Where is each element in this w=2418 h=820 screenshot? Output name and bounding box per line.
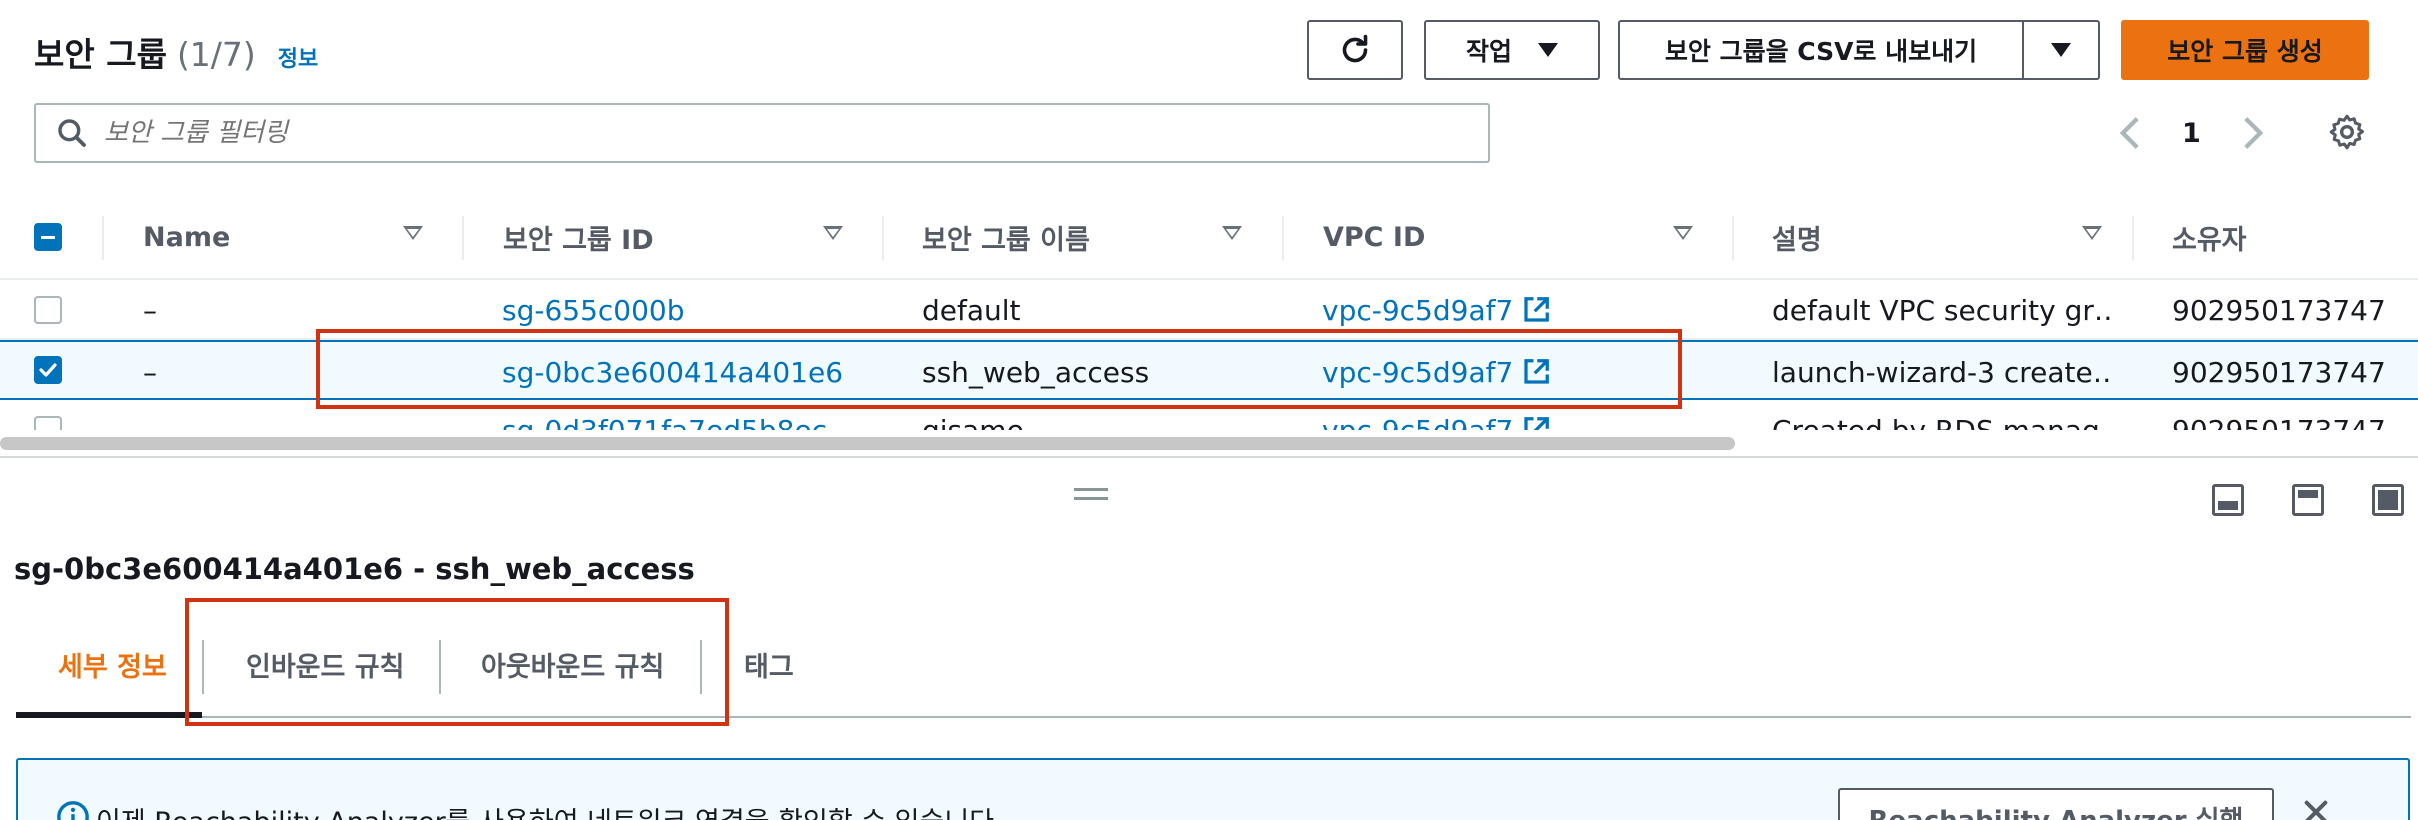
sort-icon[interactable] bbox=[2082, 226, 2102, 240]
external-link-icon[interactable] bbox=[1521, 295, 1551, 325]
column-divider bbox=[1282, 216, 1284, 260]
vpc-id-link[interactable]: vpc-9c5d9af7 bbox=[1322, 294, 1513, 327]
export-csv-button[interactable]: 보안 그룹을 CSV로 내보내기 bbox=[1618, 20, 2024, 80]
table-header: Name 보안 그룹 ID 보안 그룹 이름 VPC ID 설명 소유자 bbox=[0, 194, 2418, 280]
filter-input[interactable] bbox=[104, 118, 1404, 148]
sort-icon[interactable] bbox=[403, 226, 423, 240]
page-header: 보안 그룹 (1/7) 정보 bbox=[34, 28, 318, 76]
column-header-sg-name[interactable]: 보안 그룹 이름 bbox=[922, 194, 1322, 280]
column-divider bbox=[102, 216, 104, 260]
cell-name: – bbox=[143, 355, 157, 389]
info-icon bbox=[57, 801, 89, 820]
column-header-sg-id[interactable]: 보안 그룹 ID bbox=[503, 194, 883, 280]
horizontal-scrollbar[interactable] bbox=[0, 437, 1735, 450]
vpc-id-link[interactable]: vpc-9c5d9af7 bbox=[1322, 414, 1513, 431]
actions-dropdown-button[interactable]: 작업 bbox=[1424, 20, 1600, 80]
split-full-icon[interactable] bbox=[2372, 484, 2404, 516]
create-label: 보안 그룹 생성 bbox=[2167, 37, 2323, 66]
row-checkbox[interactable] bbox=[34, 296, 62, 324]
callout-text: 이제 Reachability Analyzer를 사용하여 네트워크 연결을 … bbox=[96, 800, 1003, 820]
column-divider bbox=[882, 216, 884, 260]
external-link-icon[interactable] bbox=[1521, 415, 1551, 430]
sort-icon[interactable] bbox=[1673, 226, 1693, 240]
gear-icon[interactable] bbox=[2327, 112, 2367, 152]
cell-name: – bbox=[143, 413, 157, 431]
column-divider bbox=[1732, 216, 1734, 260]
highlight-selected-row bbox=[316, 329, 1682, 409]
resize-handle[interactable] bbox=[1074, 488, 1108, 500]
caret-down-icon bbox=[1538, 43, 1558, 57]
search-icon bbox=[58, 119, 86, 147]
cell-description: launch-wizard-3 create… bbox=[1772, 355, 2112, 389]
current-page-number[interactable]: 1 bbox=[2182, 118, 2201, 149]
table-bottom-border bbox=[0, 456, 2418, 458]
create-security-group-button[interactable]: 보안 그룹 생성 bbox=[2121, 20, 2369, 80]
cell-owner: 902950173747 bbox=[2172, 293, 2386, 327]
column-divider bbox=[2132, 216, 2134, 260]
info-link[interactable]: 정보 bbox=[278, 41, 318, 73]
chevron-right-icon[interactable] bbox=[2241, 115, 2265, 151]
row-checkbox[interactable] bbox=[34, 416, 62, 430]
page-title: 보안 그룹 bbox=[34, 35, 167, 74]
cell-description: default VPC security gr… bbox=[1772, 293, 2112, 327]
split-side-icon[interactable] bbox=[2292, 484, 2324, 516]
run-reachability-analyzer-button[interactable]: Reachability Analyzer 실행 bbox=[1838, 788, 2274, 820]
export-csv-label: 보안 그룹을 CSV로 내보내기 bbox=[1664, 37, 1978, 66]
tab-tags[interactable]: 태그 bbox=[744, 610, 794, 718]
close-icon[interactable] bbox=[2300, 796, 2332, 820]
selection-count: (1/7) bbox=[176, 35, 256, 74]
column-header-description[interactable]: 설명 bbox=[1772, 194, 2172, 280]
caret-down-icon bbox=[2051, 43, 2071, 57]
checkmark-icon bbox=[39, 363, 57, 377]
sort-icon[interactable] bbox=[823, 226, 843, 240]
export-dropdown-button[interactable] bbox=[2022, 20, 2100, 80]
cell-name: – bbox=[143, 293, 157, 327]
cell-owner: 902950173747 bbox=[2172, 413, 2386, 431]
sort-icon[interactable] bbox=[1222, 226, 1242, 240]
tab-details[interactable]: 세부 정보 bbox=[58, 610, 167, 718]
refresh-icon bbox=[1342, 34, 1368, 63]
detail-title: sg-0bc3e600414a401e6 - ssh_web_access bbox=[14, 552, 695, 586]
split-bottom-icon[interactable] bbox=[2212, 484, 2244, 516]
select-all-checkbox[interactable] bbox=[34, 223, 62, 251]
column-header-vpc-id[interactable]: VPC ID bbox=[1323, 194, 1723, 280]
pagination: 1 bbox=[2118, 108, 2265, 158]
refresh-button[interactable] bbox=[1307, 20, 1403, 80]
active-tab-indicator bbox=[16, 712, 202, 718]
highlight-rule-tabs bbox=[185, 598, 729, 726]
row-checkbox-checked[interactable] bbox=[34, 356, 62, 384]
column-header-name[interactable]: Name bbox=[143, 194, 463, 280]
chevron-left-icon[interactable] bbox=[2118, 115, 2142, 151]
column-header-owner[interactable]: 소유자 bbox=[2172, 194, 2412, 280]
filter-search-box[interactable] bbox=[34, 103, 1490, 163]
column-divider bbox=[462, 216, 464, 260]
cell-owner: 902950173747 bbox=[2172, 355, 2386, 389]
actions-label: 작업 bbox=[1465, 37, 1512, 66]
cell-description: Created by RDS manag… bbox=[1772, 413, 2112, 431]
